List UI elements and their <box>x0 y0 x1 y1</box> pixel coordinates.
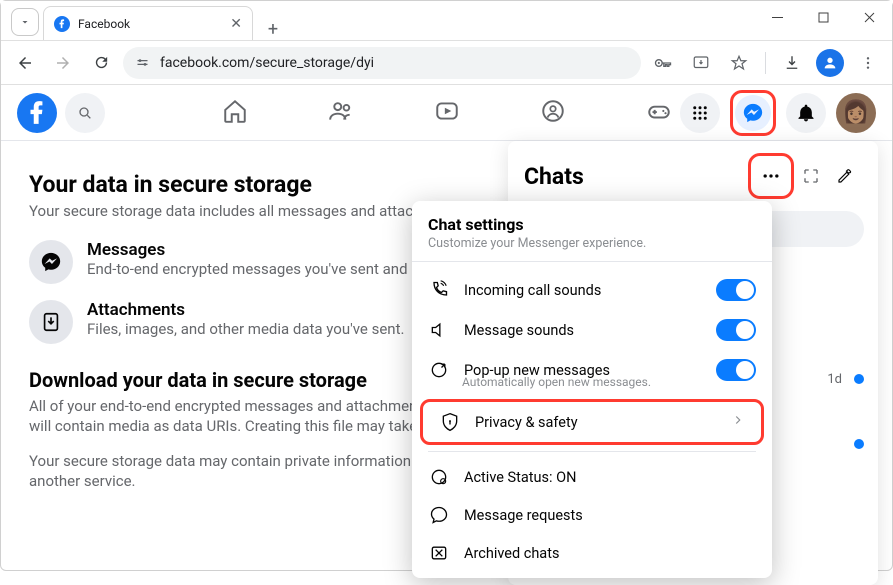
password-key-icon[interactable] <box>647 47 679 79</box>
menu-privacy-highlight: Privacy & safety <box>420 399 764 445</box>
chats-panel: Chats Chat settings Customize your Messe… <box>508 141 878 585</box>
minimize-button[interactable] <box>754 1 800 33</box>
account-avatar[interactable]: 👩🏽 <box>836 93 876 133</box>
browser-tab[interactable]: Facebook ✕ <box>43 6 253 40</box>
tab-close-button[interactable]: ✕ <box>230 16 242 32</box>
popup-subtext: Automatically open new messages. <box>412 375 772 397</box>
tab-title: Facebook <box>78 17 222 31</box>
attachments-sub: Files, images, and other media data you'… <box>87 320 404 338</box>
toggle-msg-sounds[interactable] <box>716 319 756 341</box>
forward-button[interactable] <box>47 47 79 79</box>
window-controls <box>754 1 892 33</box>
messenger-button-highlight <box>730 90 776 136</box>
facebook-logo[interactable] <box>17 93 57 133</box>
tab-strip: Facebook ✕ + <box>1 6 287 40</box>
unread-dot-icon <box>854 439 864 449</box>
nav-home-icon[interactable] <box>222 98 248 128</box>
new-tab-button[interactable]: + <box>259 19 287 40</box>
speaker-icon <box>428 320 450 340</box>
phone-icon <box>428 280 450 300</box>
menu-privacy-safety[interactable]: Privacy & safety <box>431 408 753 436</box>
facebook-header: 👩🏽 <box>1 85 892 141</box>
facebook-search-button[interactable] <box>65 93 105 133</box>
browser-titlebar: Facebook ✕ + <box>1 1 892 41</box>
tab-search-button[interactable] <box>11 8 39 36</box>
nav-groups-icon[interactable] <box>540 98 566 128</box>
menu-grid-button[interactable] <box>680 93 720 133</box>
messages-icon <box>29 240 73 284</box>
menu-active-status[interactable]: Active Status: ON <box>412 458 772 496</box>
menu-archived-chats[interactable]: Archived chats <box>412 534 772 572</box>
back-button[interactable] <box>9 47 41 79</box>
new-message-icon[interactable] <box>828 159 862 193</box>
url-text: facebook.com/secure_storage/dyi <box>160 55 374 71</box>
site-settings-icon <box>135 55 150 70</box>
menu-message-sounds[interactable]: Message sounds <box>412 310 772 350</box>
popup-icon <box>428 360 450 380</box>
chats-title: Chats <box>524 163 748 190</box>
browser-toolbar: facebook.com/secure_storage/dyi <box>1 41 892 85</box>
notifications-button[interactable] <box>786 93 826 133</box>
downloads-icon[interactable] <box>776 47 808 79</box>
install-app-icon[interactable] <box>685 47 717 79</box>
chat-bubble-icon <box>428 505 450 525</box>
browser-profile-button[interactable] <box>814 47 846 79</box>
attachments-icon <box>29 300 73 344</box>
nav-friends-icon[interactable] <box>328 98 354 128</box>
close-window-button[interactable] <box>846 1 892 33</box>
settings-title: Chat settings <box>412 215 772 234</box>
shield-icon <box>439 412 461 432</box>
archive-icon <box>428 543 450 563</box>
header-right: 👩🏽 <box>680 90 876 136</box>
menu-incoming-sounds[interactable]: Incoming call sounds <box>412 270 772 310</box>
address-bar[interactable]: facebook.com/secure_storage/dyi <box>123 47 641 79</box>
nav-video-icon[interactable] <box>434 98 460 128</box>
maximize-button[interactable] <box>800 1 846 33</box>
chats-options-highlight <box>748 153 794 199</box>
chat-settings-menu: Chat settings Customize your Messenger e… <box>412 201 772 578</box>
chevron-right-icon <box>731 413 745 431</box>
bookmark-star-icon[interactable] <box>723 47 755 79</box>
chats-options-button[interactable] <box>754 159 788 193</box>
attachments-heading: Attachments <box>87 300 404 320</box>
settings-subtitle: Customize your Messenger experience. <box>412 234 772 262</box>
toggle-incoming[interactable] <box>716 279 756 301</box>
messenger-button[interactable] <box>735 95 771 131</box>
chat-time: 1d <box>827 372 842 387</box>
reload-button[interactable] <box>85 47 117 79</box>
browser-menu-icon[interactable] <box>852 47 884 79</box>
expand-icon[interactable] <box>794 159 828 193</box>
toggle-popup[interactable] <box>716 359 756 381</box>
active-status-icon <box>428 467 450 487</box>
menu-message-requests[interactable]: Message requests <box>412 496 772 534</box>
nav-gaming-icon[interactable] <box>646 98 672 128</box>
facebook-favicon <box>54 16 70 32</box>
unread-dot-icon <box>854 374 864 384</box>
